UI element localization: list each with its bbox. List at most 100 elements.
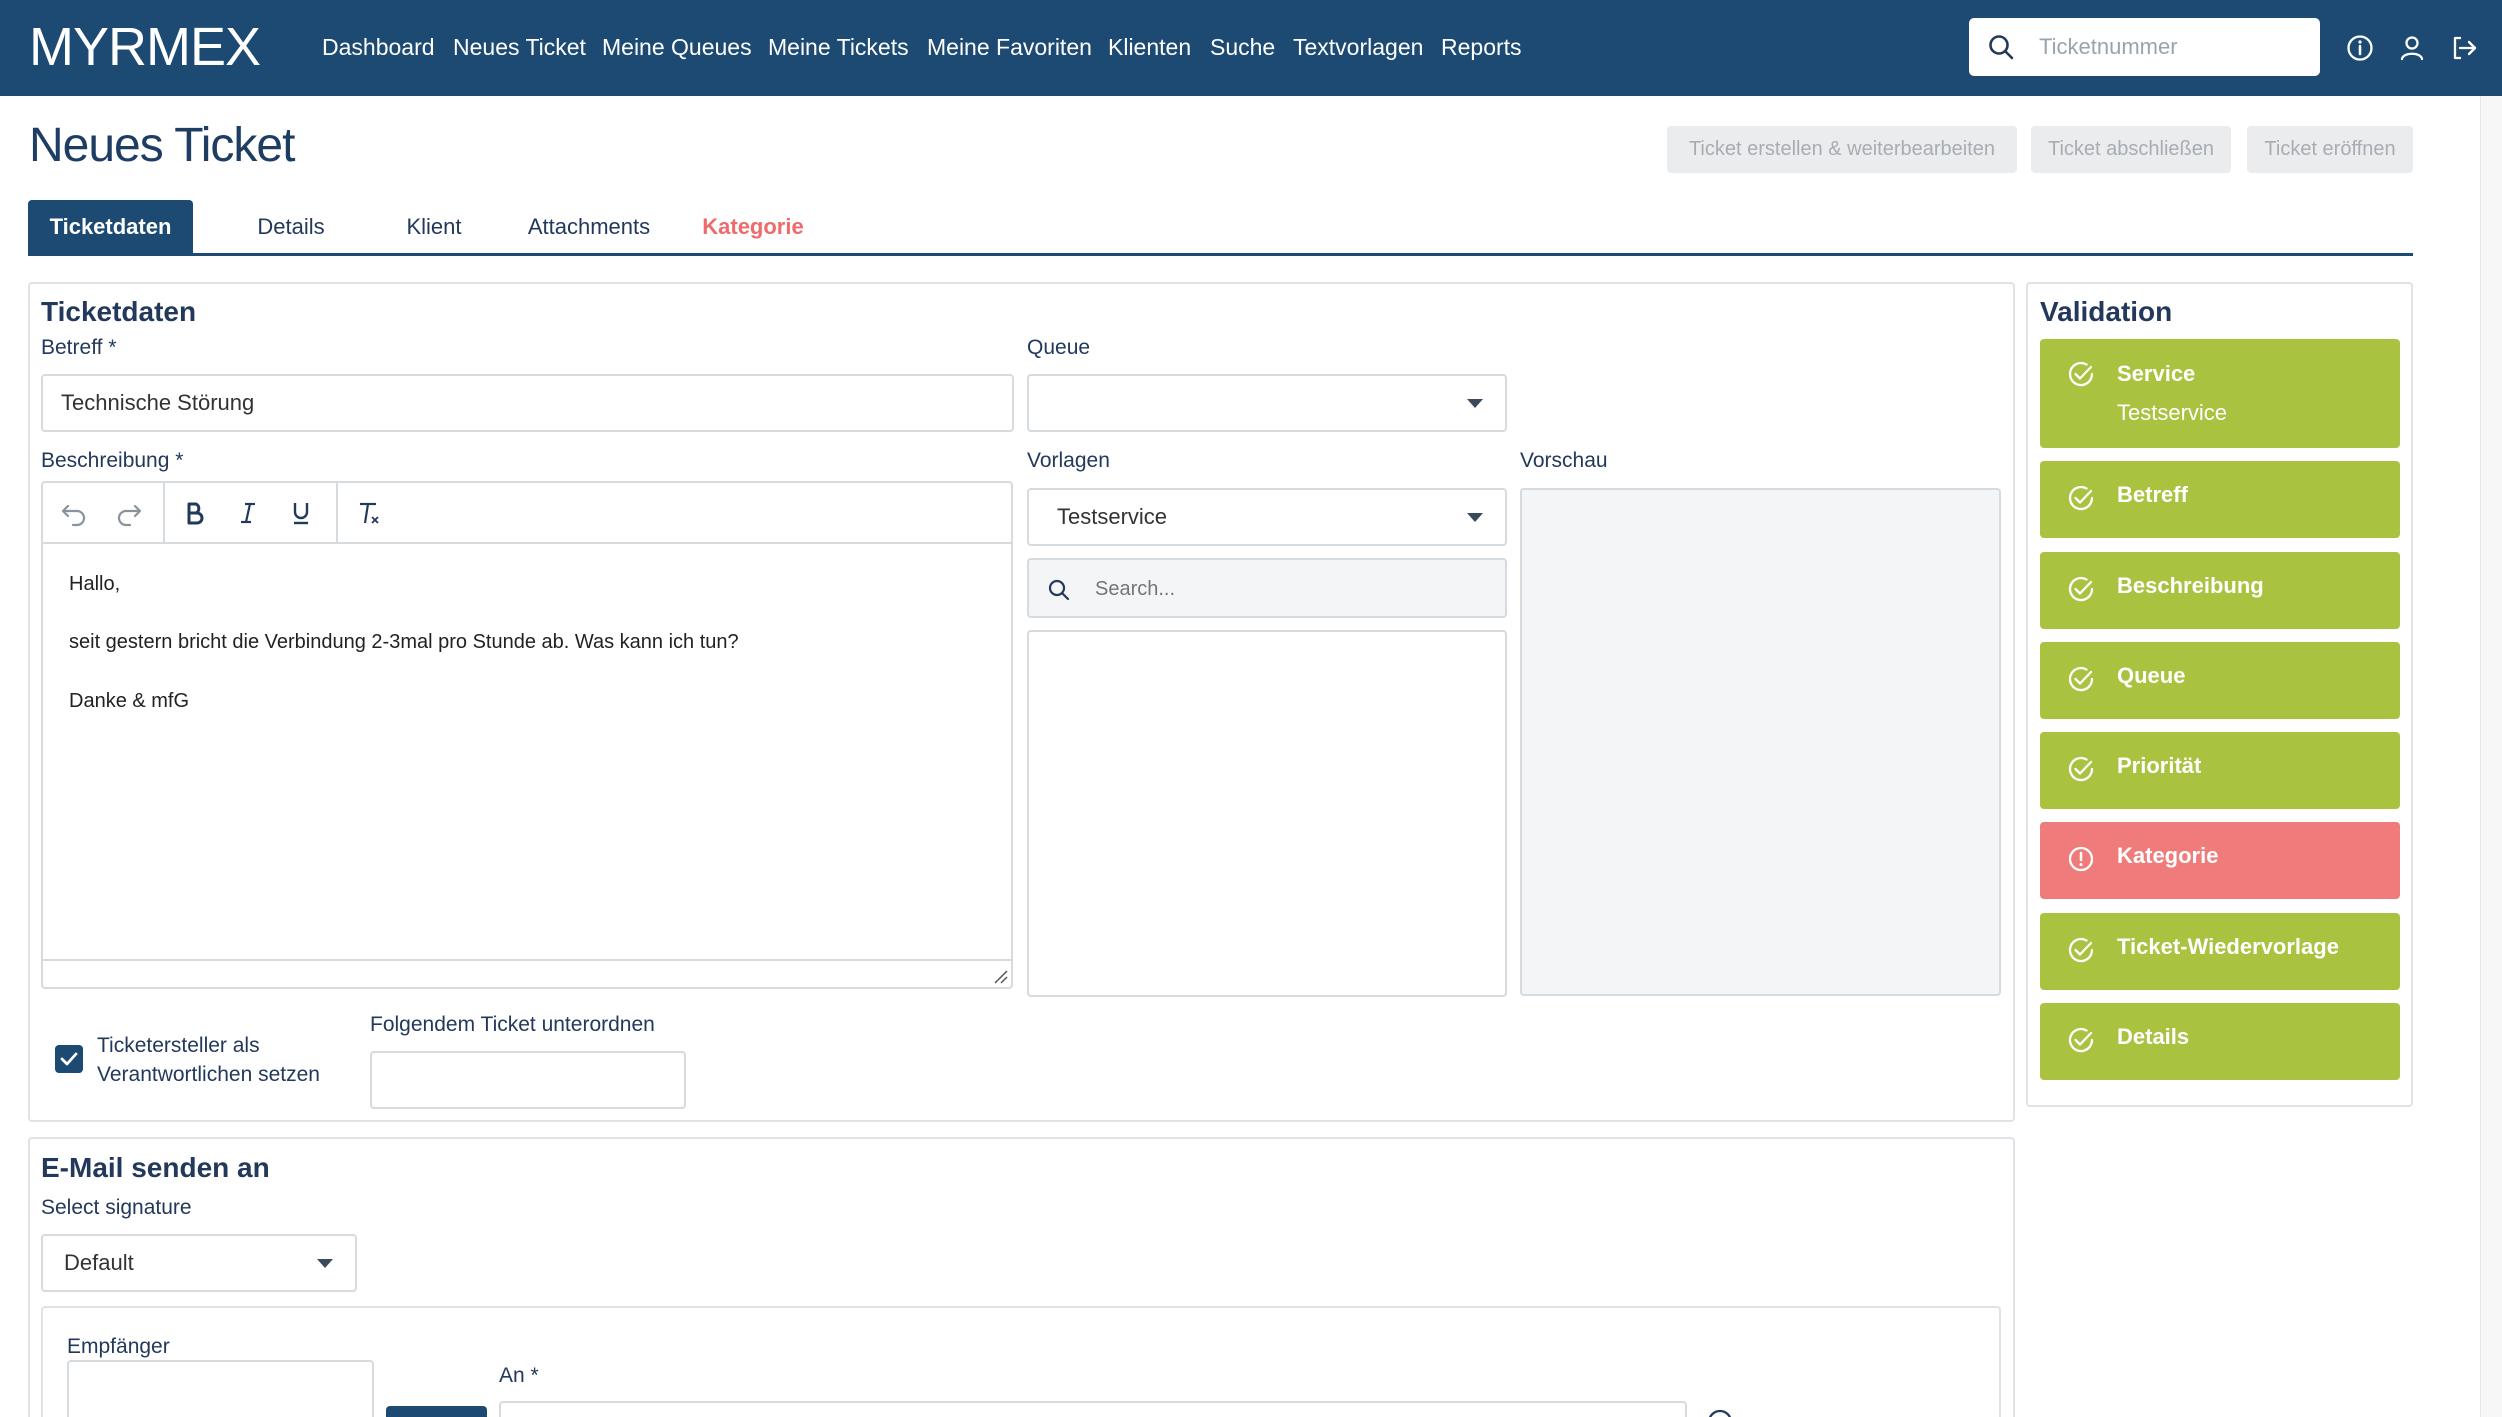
bold-icon[interactable] bbox=[179, 497, 211, 529]
vorlagen-search bbox=[1027, 558, 1507, 618]
check-circle-icon bbox=[2068, 485, 2094, 511]
an-input[interactable] bbox=[499, 1401, 1687, 1417]
italic-icon[interactable] bbox=[232, 497, 264, 529]
toolbar-divider bbox=[336, 483, 338, 542]
validation-beschreibung-label: Beschreibung bbox=[2117, 573, 2264, 598]
alert-circle-icon bbox=[2068, 846, 2094, 872]
validation-betreff[interactable]: Betreff bbox=[2040, 461, 2400, 538]
vorschau-label: Vorschau bbox=[1520, 449, 1608, 472]
nav-neues-ticket[interactable]: Neues Ticket bbox=[453, 34, 586, 61]
check-icon bbox=[60, 1052, 78, 1066]
tab-ticketdaten[interactable]: Ticketdaten bbox=[28, 200, 193, 253]
ticket-search bbox=[1969, 18, 2320, 76]
nav-textvorlagen[interactable]: Textvorlagen bbox=[1293, 34, 1423, 61]
validation-queue-label: Queue bbox=[2117, 663, 2186, 688]
validation-details[interactable]: Details bbox=[2040, 1003, 2400, 1080]
empfaenger-list[interactable] bbox=[67, 1360, 374, 1417]
page-title: Neues Ticket bbox=[29, 119, 295, 172]
signature-label: Select signature bbox=[41, 1196, 192, 1219]
chevron-down-icon bbox=[1467, 513, 1483, 522]
nav-suche[interactable]: Suche bbox=[1210, 34, 1275, 61]
validation-wiedervorlage-label: Ticket-Wiedervorlage bbox=[2117, 934, 2339, 959]
unterordnen-input[interactable] bbox=[370, 1051, 686, 1109]
resize-handle-icon[interactable] bbox=[991, 967, 1009, 985]
add-recipient-button[interactable] bbox=[386, 1406, 487, 1417]
tab-attachments[interactable]: Attachments bbox=[494, 200, 684, 253]
check-circle-icon bbox=[2068, 756, 2094, 782]
check-circle-icon bbox=[2068, 937, 2094, 963]
validation-beschreibung[interactable]: Beschreibung bbox=[2040, 552, 2400, 629]
verantwortlicher-label-line1: Ticketersteller als bbox=[97, 1034, 260, 1057]
beschreibung-editor[interactable]: Hallo, seit gestern bricht die Verbindun… bbox=[41, 481, 1013, 989]
nav-dashboard[interactable]: Dashboard bbox=[322, 34, 435, 61]
betreff-value: Technische Störung bbox=[61, 390, 255, 415]
user-icon[interactable] bbox=[2397, 33, 2427, 63]
validation-details-label: Details bbox=[2117, 1024, 2190, 1049]
nav-meine-queues[interactable]: Meine Queues bbox=[602, 34, 752, 61]
editor-line-1: Hallo, bbox=[69, 573, 121, 595]
info-icon[interactable] bbox=[2345, 33, 2375, 63]
page-scrollbar[interactable] bbox=[2480, 96, 2502, 1417]
nav-meine-favoriten[interactable]: Meine Favoriten bbox=[927, 34, 1092, 61]
signature-value: Default bbox=[64, 1250, 134, 1275]
redo-icon[interactable] bbox=[113, 497, 145, 529]
nav-klienten[interactable]: Klienten bbox=[1108, 34, 1191, 61]
check-circle-icon bbox=[2068, 576, 2094, 602]
verantwortlicher-label-line2: Verantwortlichen setzen bbox=[97, 1063, 320, 1086]
validation-kategorie[interactable]: Kategorie bbox=[2040, 822, 2400, 899]
check-circle-icon bbox=[2068, 361, 2094, 387]
verantwortlicher-checkbox[interactable] bbox=[55, 1045, 83, 1073]
tab-klient[interactable]: Klient bbox=[374, 200, 494, 253]
search-icon bbox=[1048, 579, 1070, 601]
vorlagen-value: Testservice bbox=[1057, 504, 1168, 529]
ticket-number-input[interactable] bbox=[2039, 30, 2299, 64]
an-label: An * bbox=[499, 1364, 539, 1387]
app-logo[interactable]: MYRMEX bbox=[29, 16, 261, 78]
nav-meine-tickets[interactable]: Meine Tickets bbox=[768, 34, 909, 61]
queue-select[interactable] bbox=[1027, 374, 1507, 432]
tab-kategorie[interactable]: Kategorie bbox=[668, 200, 838, 253]
editor-line-2: seit gestern bricht die Verbindung 2-3ma… bbox=[69, 631, 739, 653]
validation-kategorie-label: Kategorie bbox=[2117, 843, 2219, 868]
betreff-label: Betreff * bbox=[41, 336, 117, 359]
validation-title: Validation bbox=[2040, 296, 2173, 327]
tab-details[interactable]: Details bbox=[216, 200, 366, 253]
chevron-down-icon bbox=[317, 1259, 333, 1268]
nav-reports[interactable]: Reports bbox=[1441, 34, 1522, 61]
validation-service-sub: Testservice bbox=[2117, 400, 2228, 425]
editor-toolbar bbox=[43, 483, 1011, 544]
beschreibung-label: Beschreibung * bbox=[41, 449, 184, 472]
validation-queue[interactable]: Queue bbox=[2040, 642, 2400, 719]
betreff-input[interactable]: Technische Störung bbox=[41, 374, 1014, 432]
toolbar-divider bbox=[163, 483, 165, 542]
editor-line-3: Danke & mfG bbox=[69, 690, 190, 712]
validation-prioritaet[interactable]: Priorität bbox=[2040, 732, 2400, 809]
top-navbar: MYRMEX Dashboard Neues Ticket Meine Queu… bbox=[0, 0, 2502, 96]
validation-prioritaet-label: Priorität bbox=[2117, 753, 2202, 778]
signature-select[interactable]: Default bbox=[41, 1234, 357, 1292]
vorlagen-search-input[interactable] bbox=[1095, 573, 1485, 605]
vorlagen-select[interactable]: Testservice bbox=[1027, 488, 1507, 546]
ticketdaten-title: Ticketdaten bbox=[41, 296, 197, 327]
queue-label: Queue bbox=[1027, 336, 1091, 359]
email-title: E-Mail senden an bbox=[41, 1152, 270, 1183]
editor-status-bar bbox=[43, 959, 1011, 987]
help-icon[interactable] bbox=[1706, 1408, 1734, 1417]
vorlagen-list[interactable] bbox=[1027, 630, 1507, 997]
search-icon bbox=[1989, 35, 2014, 60]
check-circle-icon bbox=[2068, 1027, 2094, 1053]
validation-service-label: Service bbox=[2117, 361, 2196, 386]
validation-wiedervorlage[interactable]: Ticket-Wiedervorlage bbox=[2040, 913, 2400, 990]
ticket-tabs: Ticketdaten Details Klient Attachments K… bbox=[28, 200, 2413, 256]
undo-icon[interactable] bbox=[58, 497, 90, 529]
validation-service[interactable]: Service Testservice bbox=[2040, 339, 2400, 448]
clear-format-icon[interactable] bbox=[352, 497, 384, 529]
validation-betreff-label: Betreff bbox=[2117, 482, 2188, 507]
create-and-continue-button[interactable]: Ticket erstellen & weiterbearbeiten bbox=[1667, 126, 2017, 173]
empfaenger-label: Empfänger bbox=[67, 1335, 170, 1358]
open-ticket-button[interactable]: Ticket eröffnen bbox=[2247, 126, 2413, 173]
close-ticket-button[interactable]: Ticket abschließen bbox=[2031, 126, 2231, 173]
logout-icon[interactable] bbox=[2449, 33, 2479, 63]
underline-icon[interactable] bbox=[285, 497, 317, 529]
chevron-down-icon bbox=[1467, 399, 1483, 408]
